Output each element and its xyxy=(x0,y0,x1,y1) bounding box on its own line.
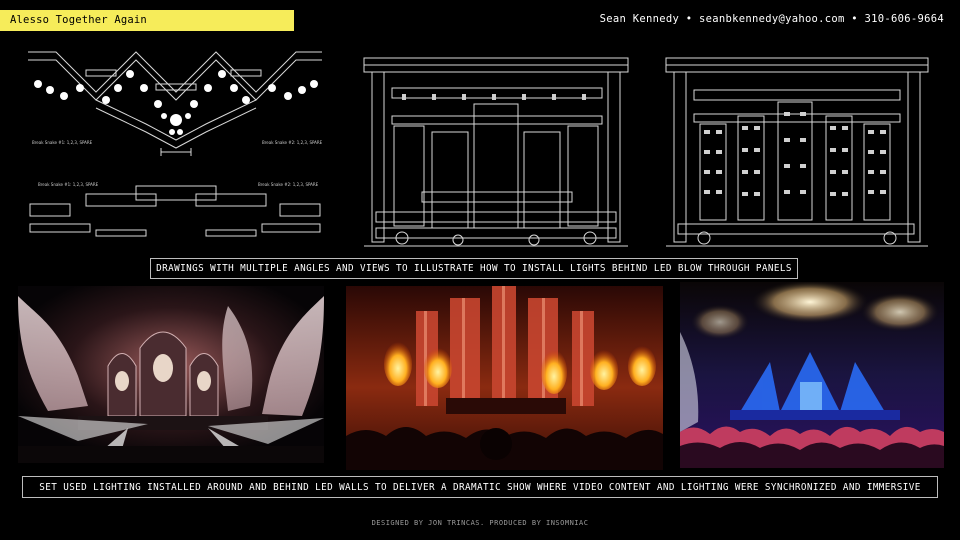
footer-credit: DESIGNED BY JON TRINCAS. PRODUCED BY INS… xyxy=(371,519,589,527)
photo-fireworks-stage xyxy=(680,282,944,468)
photo-cathedral-stage xyxy=(18,286,324,463)
drawing-plan-view: Break Snake #1: 1,2,3, SPARE Break Snake… xyxy=(26,44,324,244)
drawings-caption: DRAWINGS WITH MULTIPLE ANGLES AND VIEWS … xyxy=(150,258,798,279)
front-elevation-diagram xyxy=(363,57,629,247)
contact-info: Sean Kennedy • seanbkennedy@yahoo.com • … xyxy=(599,13,944,25)
drawing-rear-elevation xyxy=(664,40,930,252)
photo-cathedral-graphic xyxy=(18,286,324,463)
rear-elevation-diagram xyxy=(665,57,929,247)
photo-flame-stage xyxy=(346,286,663,470)
plan-label-right-bottom: Break Snake #2: 1,2,3, SPARE xyxy=(258,182,319,187)
photo-flame-graphic xyxy=(346,286,663,470)
plan-label-right-top: Break Snake #2: 1,2,3, SPARE xyxy=(262,140,323,145)
photo-fireworks-graphic xyxy=(680,282,944,468)
photos-caption: SET USED LIGHTING INSTALLED AROUND AND B… xyxy=(22,476,938,498)
plan-label-left-top: Break Snake #1: 1,2,3, SPARE xyxy=(32,140,93,145)
page-title: Alesso Together Again xyxy=(0,10,294,31)
plan-label-left-bottom: Break Snake #1: 1,2,3, SPARE xyxy=(38,182,99,187)
drawing-front-elevation xyxy=(362,42,630,252)
